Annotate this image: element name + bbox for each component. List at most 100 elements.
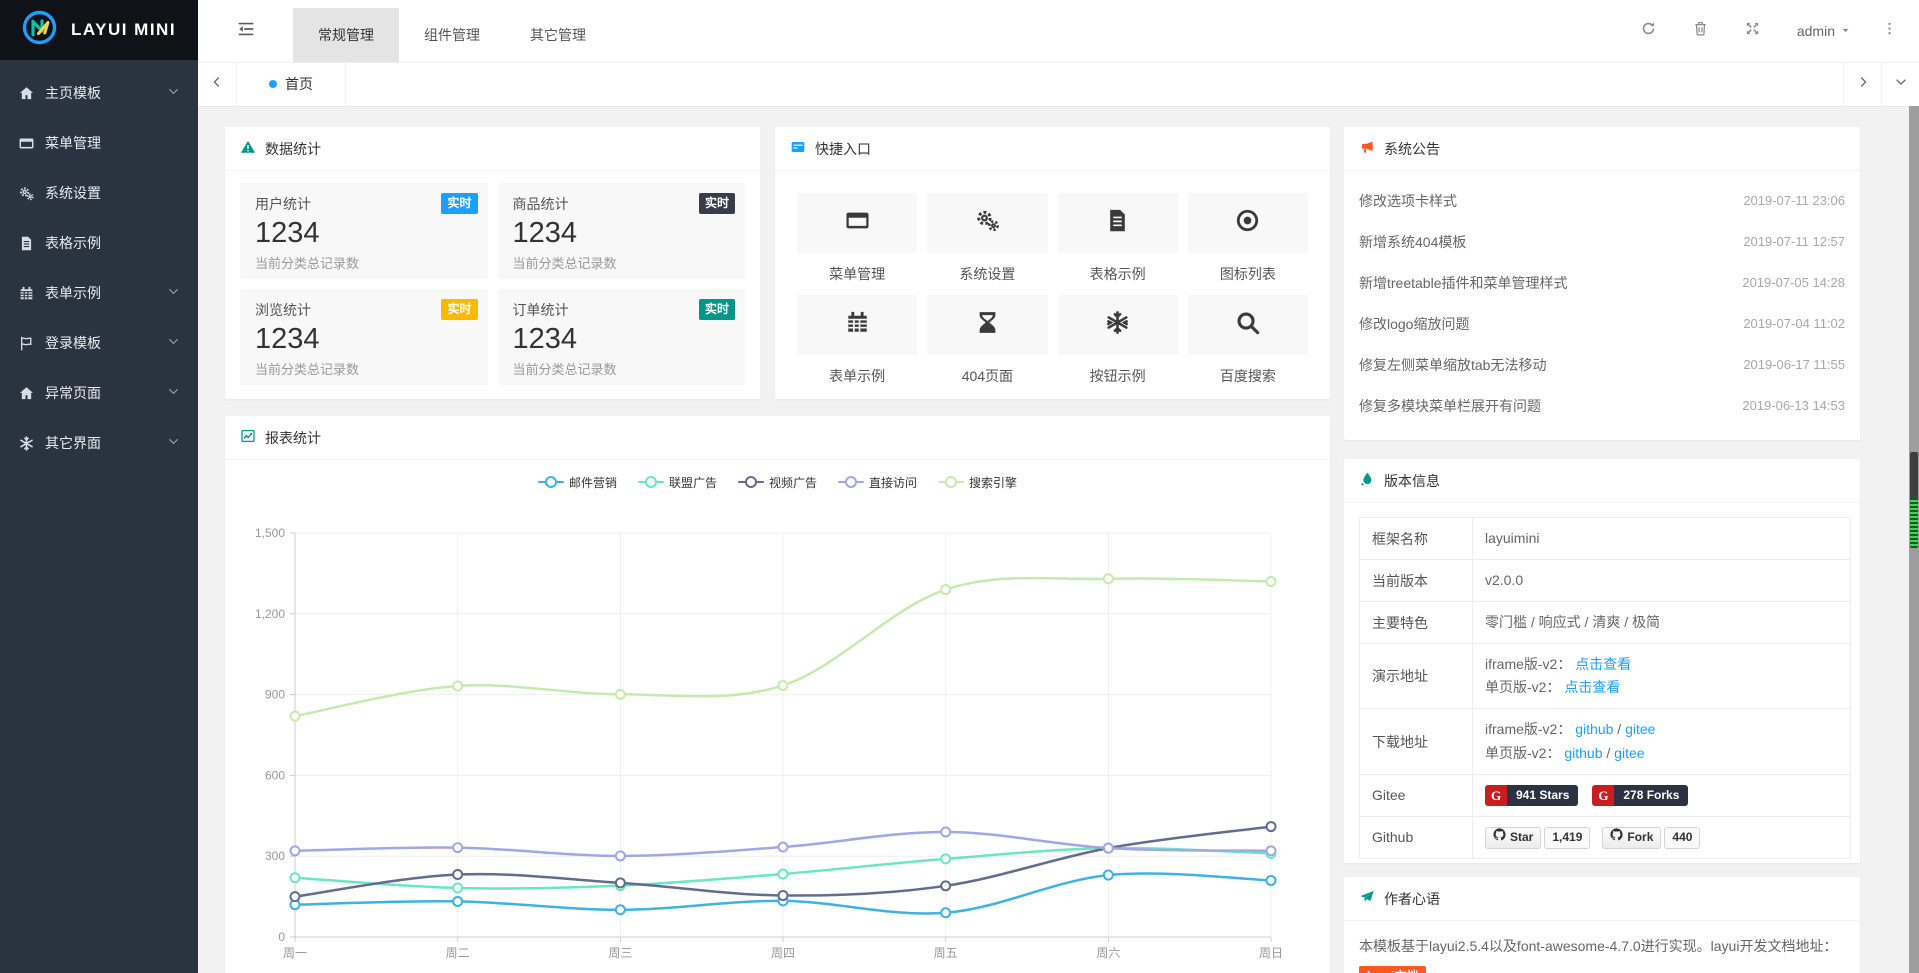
asterisk-icon (18, 435, 35, 452)
stat-box-0: 用户统计1234当前分类总记录数实时 (240, 183, 488, 279)
version-link[interactable]: github (1564, 745, 1602, 761)
main-content: 数据统计 用户统计1234当前分类总记录数实时商品统计1234当前分类总记录数实… (198, 106, 1919, 973)
legend-item-3[interactable]: 直接访问 (838, 474, 917, 491)
sidebar-item-2[interactable]: 系统设置 (0, 168, 198, 218)
link-prefix: 单页版-v2： (1485, 745, 1560, 761)
svg-text:300: 300 (265, 849, 285, 863)
quick-entry-7[interactable]: 百度搜索 (1188, 295, 1308, 384)
version-row-label: Gitee (1360, 774, 1473, 816)
sidebar-item-7[interactable]: 其它界面 (0, 418, 198, 468)
stat-box-1: 商品统计1234当前分类总记录数实时 (498, 183, 746, 279)
announcement-date: 2019-07-11 12:57 (1743, 234, 1845, 249)
card-quick-entry-header: 快捷入口 (775, 127, 1330, 171)
version-link[interactable]: 点击查看 (1564, 679, 1620, 695)
quick-entry-5[interactable]: 404页面 (927, 295, 1047, 384)
more-options-button[interactable] (1869, 0, 1909, 62)
github-octocat-icon (1493, 828, 1506, 848)
version-row-0: 框架名称 layuimini (1360, 518, 1851, 560)
clear-cache-button[interactable] (1675, 0, 1727, 62)
refresh-button[interactable] (1623, 0, 1675, 62)
sidebar-item-0[interactable]: 主页模板 (0, 68, 198, 118)
card-report-chart: 报表统计 邮件营销联盟广告视频广告直接访问搜索引擎 03006009001,20… (225, 416, 1330, 973)
version-link[interactable]: gitee (1614, 745, 1644, 761)
quick-entry-6[interactable]: 按钮示例 (1058, 295, 1178, 384)
gitee-badge-1[interactable]: G278 Forks (1592, 785, 1688, 806)
announcement-date: 2019-07-05 14:28 (1742, 275, 1845, 290)
card-report-header: 报表统计 (225, 416, 1330, 460)
version-link[interactable]: gitee (1625, 721, 1655, 737)
sidebar-item-label: 主页模板 (45, 83, 101, 103)
chevron-down-icon (167, 385, 180, 401)
legend-marker-icon (738, 476, 764, 488)
chevron-down-icon (1894, 75, 1908, 94)
sidebar-item-1[interactable]: 菜单管理 (0, 118, 198, 168)
chevron-down-icon (167, 85, 180, 101)
dot-circle-icon (1234, 207, 1261, 239)
sidebar-item-label: 登录模板 (45, 333, 101, 353)
announcement-item-2: 新增treetable插件和菜单管理样式2019-07-05 14:28 (1344, 262, 1860, 303)
link-prefix: iframe版-v2： (1485, 721, 1571, 737)
github-badge-0[interactable]: Star1,419 (1485, 827, 1590, 849)
fullscreen-button[interactable] (1727, 0, 1779, 62)
sidebar-item-6[interactable]: 异常页面 (0, 368, 198, 418)
svg-text:周六: 周六 (1096, 946, 1120, 960)
sidebar-item-3[interactable]: 表格示例 (0, 218, 198, 268)
version-link[interactable]: github (1575, 721, 1613, 737)
quick-entry-1[interactable]: 系统设置 (927, 193, 1047, 282)
version-value: layuimini (1485, 530, 1539, 546)
quick-entry-label: 表格示例 (1058, 264, 1178, 282)
sidebar-item-5[interactable]: 登录模板 (0, 318, 198, 368)
announcement-date: 2019-06-13 14:53 (1742, 398, 1845, 413)
card-title: 报表统计 (265, 428, 321, 448)
author-line1: 本模板基于layui2.5.4以及font-awesome-4.7.0进行实现。… (1359, 938, 1837, 954)
gitee-badge-label: 941 Stars (1507, 785, 1578, 806)
module-tab-2[interactable]: 其它管理 (505, 8, 611, 62)
version-link[interactable]: 点击查看 (1575, 656, 1631, 672)
collapse-sidebar-button[interactable] (198, 0, 293, 62)
layui-doc-badge[interactable]: layui文档 (1359, 966, 1426, 973)
stat-label: 订单统计 (513, 300, 731, 320)
quick-entry-2[interactable]: 表格示例 (1058, 193, 1178, 282)
user-dropdown[interactable]: admin (1779, 0, 1869, 62)
sidebar-item-4[interactable]: 表单示例 (0, 268, 198, 318)
scrollbar-thumb[interactable] (1910, 452, 1918, 548)
version-row-label: 框架名称 (1360, 518, 1473, 560)
stat-desc: 当前分类总记录数 (255, 359, 473, 378)
announcement-text: 新增系统404模板 (1359, 232, 1466, 252)
card-title: 系统公告 (1384, 139, 1440, 159)
svg-text:周三: 周三 (608, 946, 632, 960)
sidebar-item-label: 异常页面 (45, 383, 101, 403)
legend-item-1[interactable]: 联盟广告 (638, 474, 717, 491)
legend-item-4[interactable]: 搜索引擎 (938, 474, 1017, 491)
legend-label: 直接访问 (869, 474, 917, 491)
version-row-2: 主要特色零门槛 / 响应式 / 清爽 / 极简 (1360, 602, 1851, 644)
quick-entry-icon-box (1058, 193, 1178, 253)
quick-entry-0[interactable]: 菜单管理 (797, 193, 917, 282)
trash-icon (1692, 20, 1709, 42)
tab-scroll-right-button[interactable] (1843, 62, 1881, 106)
svg-text:600: 600 (265, 768, 285, 782)
module-tab-1[interactable]: 组件管理 (399, 8, 505, 62)
quick-entry-4[interactable]: 表单示例 (797, 295, 917, 384)
tab-scroll-left-button[interactable] (198, 62, 237, 106)
tab-home-label: 首页 (285, 74, 313, 94)
version-row-label: 当前版本 (1360, 560, 1473, 602)
announcement-item-3: 修改logo缩放问题2019-07-04 11:02 (1344, 303, 1860, 344)
quick-entry-3[interactable]: 图标列表 (1188, 193, 1308, 282)
tab-operations-button[interactable] (1881, 62, 1919, 106)
logo[interactable]: LAYUI MINI (0, 0, 198, 60)
quick-entry-icon-box (927, 193, 1047, 253)
page-scrollbar[interactable] (1909, 106, 1919, 973)
github-badge-1[interactable]: Fork440 (1602, 827, 1700, 849)
warning-triangle-icon (240, 139, 256, 158)
legend-item-0[interactable]: 邮件营销 (538, 474, 617, 491)
quick-entry-label: 百度搜索 (1188, 366, 1308, 384)
file-text-icon (18, 235, 35, 252)
tab-home[interactable]: 首页 (237, 62, 346, 106)
legend-marker-icon (538, 476, 564, 488)
legend-item-2[interactable]: 视频广告 (738, 474, 817, 491)
version-table: 框架名称layuimini当前版本v2.0.0主要特色零门槛 / 响应式 / 清… (1359, 517, 1851, 859)
module-tab-0[interactable]: 常规管理 (293, 8, 399, 62)
gitee-badge-0[interactable]: G941 Stars (1485, 785, 1578, 806)
stat-desc: 当前分类总记录数 (255, 253, 473, 272)
